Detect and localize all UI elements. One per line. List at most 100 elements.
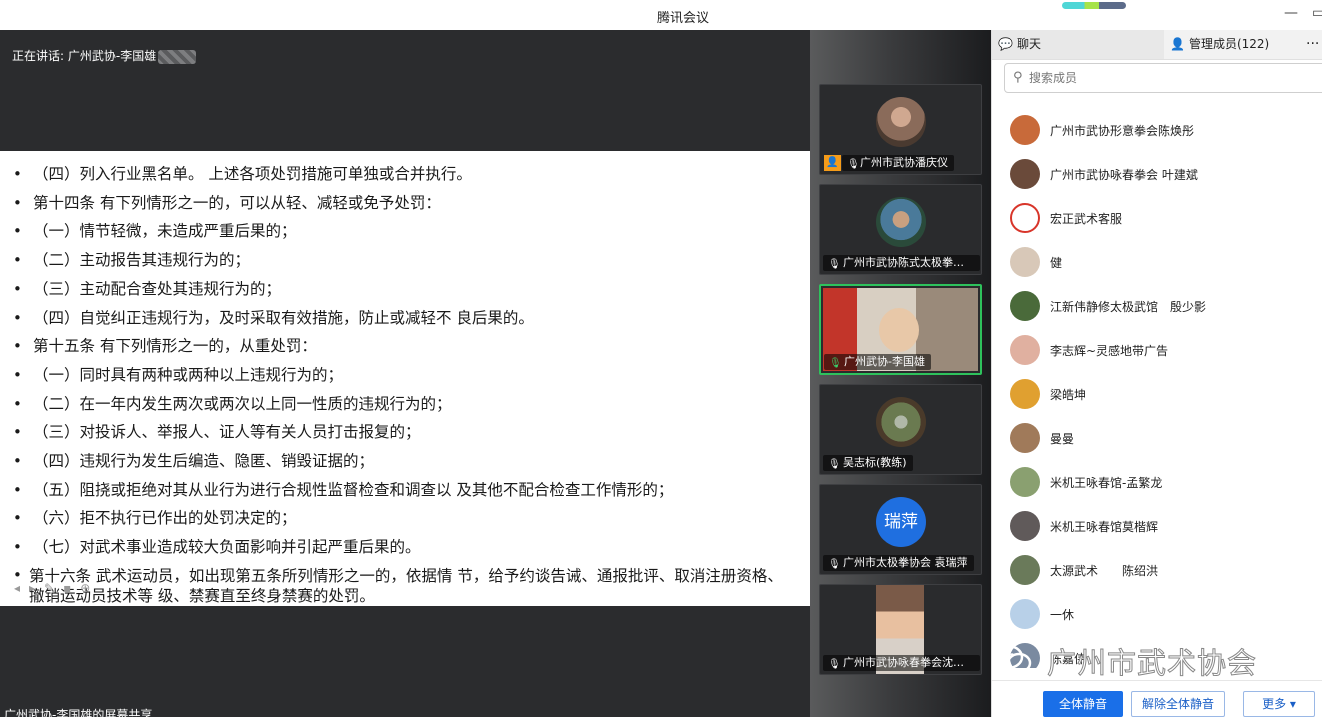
slide-line: 第十四条 有下列情形之一的，可以从轻、减轻或免予处罚： [0, 189, 810, 218]
member-item[interactable]: 米机王咏春馆-孟繁龙 [992, 460, 1322, 504]
participant-avatar [876, 197, 926, 247]
unmute-all-button[interactable]: 解除全体静音 [1131, 691, 1225, 717]
slide-text-list: （四）列入行业黑名单。 上述各项处罚措施可单独或合并执行。 第十四条 有下列情形… [0, 151, 810, 606]
video-tile-active-speaker[interactable]: 🎙 广州武协-李国雄 [819, 284, 982, 375]
member-avatar [1010, 423, 1040, 453]
participant-name: 🎙 广州市武协陈式太极拳会... [823, 255, 980, 271]
member-name: 广州市武协形意拳会陈焕彤 [1050, 124, 1195, 138]
participant-name: 🎙 广州市武协潘庆仪 [842, 155, 954, 171]
member-item[interactable]: 广州市武协咏春拳会 叶建斌 [992, 152, 1322, 196]
member-avatar [1010, 335, 1040, 365]
more-options-button[interactable]: ··· [1306, 30, 1322, 59]
member-list: 广州市武协形意拳会陈焕彤 广州市武协咏春拳会 叶建斌 宏正武术客服 健 江新伟静… [992, 108, 1322, 668]
participant-face [879, 308, 919, 352]
member-item[interactable]: 梁皓坤 [992, 372, 1322, 416]
member-item[interactable]: 米机王咏春馆莫楷辉 [992, 504, 1322, 548]
member-avatar [1010, 467, 1040, 497]
participant-name: 🎙 广州武协-李国雄 [824, 354, 931, 370]
video-tile[interactable]: 👤 🎙 广州市武协潘庆仪 [819, 84, 982, 175]
tab-chat[interactable]: 💬 聊天 [992, 30, 1164, 59]
member-item[interactable]: 江新伟静修太极武馆 殷少影 [992, 284, 1322, 328]
member-item[interactable]: 太源武术 陈绍洪 [992, 548, 1322, 592]
slide-line: （六）拒不执行已作出的处罚决定的； [0, 504, 810, 533]
member-avatar [1010, 599, 1040, 629]
speaking-name: 广州武协-李国雄 [67, 49, 157, 63]
member-avatar [1010, 115, 1040, 145]
window-title: 腾讯会议 [656, 11, 709, 26]
video-tile[interactable]: 🎙 广州市武协陈式太极拳会... [819, 184, 982, 275]
share-status-bar: 广州武协-李国雄的屏幕共享 [0, 707, 810, 717]
member-name: 一休 [1050, 608, 1075, 622]
slide-line: （四）列入行业黑名单。 上述各项处罚措施可单独或合并执行。 [0, 160, 810, 189]
slide-line: （三）主动配合查处其违规行为的； [0, 275, 810, 304]
title-bar: 腾讯会议 — ▭ [0, 0, 1322, 30]
member-name: 米机王咏春馆-孟繁龙 [1050, 476, 1163, 490]
participant-name: 🎙 广州市武协咏春拳会沈伟华 [823, 655, 980, 671]
member-avatar [1010, 203, 1040, 233]
slide-line: （五）阻挠或拒绝对其从业行为进行合规性监督检查和调查以 及其他不配合检查工作情形… [0, 476, 810, 505]
member-avatar [1010, 511, 1040, 541]
minimize-button[interactable]: — [1284, 5, 1298, 21]
person-icon: 👤 [1170, 37, 1185, 51]
video-tile[interactable]: 瑞萍 🎙 广州市太极拳协会 袁瑞萍 [819, 484, 982, 575]
panel-footer: 全体静音 解除全体静音 更多 ▾ [992, 680, 1322, 717]
member-avatar [1010, 247, 1040, 277]
member-search[interactable]: ⚲ [1004, 63, 1322, 93]
network-indicator [1062, 2, 1126, 9]
video-strip: 👤 🎙 广州市武协潘庆仪 🎙 广州市武协陈式太极拳会... 🎙 广州武协-李国雄 🎙 吴… [810, 30, 991, 717]
member-item[interactable]: 健 [992, 240, 1322, 284]
mute-all-button[interactable]: 全体静音 [1043, 691, 1123, 717]
shared-slide: （四）列入行业黑名单。 上述各项处罚措施可单独或合并执行。 第十四条 有下列情形… [0, 151, 810, 606]
member-item[interactable]: 宏正武术客服 [992, 196, 1322, 240]
tab-members[interactable]: 👤 管理成员(122) [1170, 30, 1300, 59]
participant-avatar: 瑞萍 [876, 497, 926, 547]
slide-line: （四）自觉纠正违规行为，及时采取有效措施，防止或减轻不 良后果的。 [0, 304, 810, 333]
member-name: 健 [1050, 256, 1063, 270]
slide-line: （二）主动报告其违规行为的； [0, 246, 810, 275]
host-icon: 👤 [824, 155, 841, 171]
mic-active-icon: 🎙 [829, 358, 842, 369]
slide-line: 第十五条 有下列情形之一的，从重处罚： [0, 332, 810, 361]
member-name: 陈嘉伟 [1050, 652, 1087, 666]
speaking-indicator: 正在讲话: 广州武协-李国雄 [12, 47, 197, 64]
slide-nav-controls[interactable]: ◂▸✎▪⊕ [14, 581, 99, 595]
participant-name: 🎙 吴志标(教练) [823, 455, 913, 471]
member-avatar [1010, 555, 1040, 585]
mic-muted-icon: 🎙 [828, 459, 841, 470]
member-name: 江新伟静修太极武馆 殷少影 [1050, 300, 1207, 314]
screen-share-label: 广州武协-李国雄的屏幕共享 [4, 708, 153, 717]
speaking-label: 正在讲话: [12, 49, 65, 63]
mic-muted-icon: 🎙 [828, 659, 841, 670]
chat-icon: 💬 [998, 37, 1013, 51]
member-avatar [1010, 291, 1040, 321]
participant-name: 🎙 广州市太极拳协会 袁瑞萍 [823, 555, 974, 571]
video-tile[interactable]: 🎙 吴志标(教练) [819, 384, 982, 475]
panel-tabs: 💬 聊天 👤 管理成员(122) ··· [992, 30, 1322, 60]
search-input[interactable] [1029, 69, 1309, 87]
slide-line: （七）对武术事业造成较大负面影响并引起严重后果的。 [0, 533, 810, 562]
member-name: 太源武术 陈绍洪 [1050, 564, 1159, 578]
mic-muted-icon: 🎙 [828, 559, 841, 570]
member-avatar [1010, 643, 1040, 668]
member-item[interactable]: 陈嘉伟 [992, 636, 1322, 668]
member-avatar [1010, 159, 1040, 189]
member-item[interactable]: 李志辉~灵感地带广告 [992, 328, 1322, 372]
maximize-button[interactable]: ▭ [1312, 5, 1322, 21]
slide-line: （一）情节轻微，未造成严重后果的； [0, 217, 810, 246]
mic-muted-icon: 🎙 [828, 259, 841, 270]
screen-share-area: 正在讲话: 广州武协-李国雄 （四）列入行业黑名单。 上述各项处罚措施可单独或合… [0, 30, 810, 717]
member-item[interactable]: 广州市武协形意拳会陈焕彤 [992, 108, 1322, 152]
member-name: 米机王咏春馆莫楷辉 [1050, 520, 1159, 534]
slide-line: （三）对投诉人、举报人、证人等有关人员打击报复的； [0, 418, 810, 447]
side-panel: 💬聊天 👤管理成员(122) ··· ⚲ 广州市武协形意拳会陈焕彤 广州市武协咏… [991, 30, 1322, 717]
participant-avatar [876, 97, 926, 147]
member-item[interactable]: 一休 [992, 592, 1322, 636]
member-name: 广州市武协咏春拳会 叶建斌 [1050, 168, 1198, 182]
member-name: 梁皓坤 [1050, 388, 1087, 402]
slide-line: 第十六条 武术运动员，如出现第五条所列情形之一的，依据情 节，给予约谈告诫、通报… [0, 565, 810, 606]
slide-line: （二）在一年内发生两次或两次以上同一性质的违规行为的； [0, 390, 810, 419]
member-item[interactable]: 曼曼 [992, 416, 1322, 460]
video-tile[interactable]: 🎙 广州市武协咏春拳会沈伟华 [819, 584, 982, 675]
slide-line: （一）同时具有两种或两种以上违规行为的； [0, 361, 810, 390]
more-button[interactable]: 更多 ▾ [1243, 691, 1315, 717]
